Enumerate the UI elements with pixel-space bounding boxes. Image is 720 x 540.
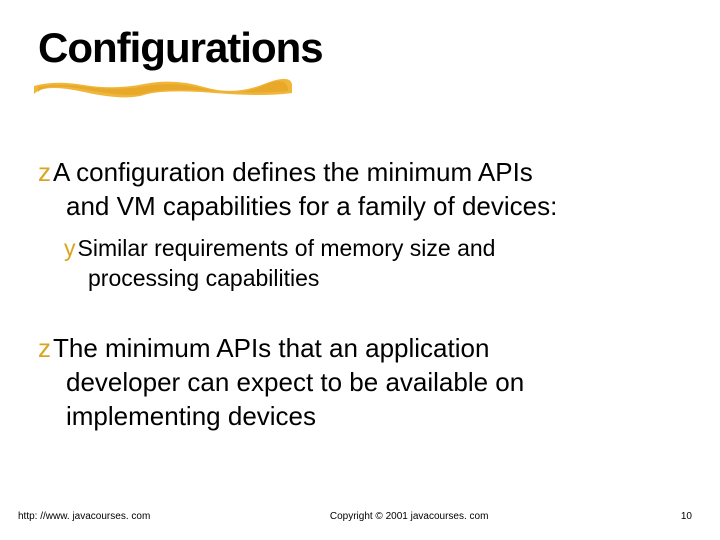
slide: Configurations z A configuration defines… (0, 0, 720, 540)
footer-copyright: Copyright © 2001 javacourses. com (150, 511, 668, 522)
bullet-z-icon: z (38, 331, 51, 365)
bullet-1-line1: A configuration defines the minimum APIs (53, 155, 533, 189)
bullet-z-icon: z (38, 155, 51, 189)
bullet-1: z A configuration defines the minimum AP… (38, 155, 682, 223)
bullet-2-line1: The minimum APIs that an application (53, 331, 489, 365)
bullet-1-sub: y Similar requirements of memory size an… (64, 233, 682, 293)
footer-page: 10 (668, 511, 692, 522)
footer: http: //www. javacourses. com Copyright … (0, 511, 720, 522)
bullet-2-line2: developer can expect to be available on (66, 365, 682, 399)
footer-url: http: //www. javacourses. com (18, 511, 150, 522)
bullet-1-line2: and VM capabilities for a family of devi… (66, 189, 682, 223)
bullet-2-line3: implementing devices (66, 399, 682, 433)
bullet-1-sub-line1: Similar requirements of memory size and (78, 233, 496, 263)
slide-title: Configurations (38, 24, 682, 72)
bullet-1-sub-line2: processing capabilities (88, 263, 682, 293)
bullet-2: z The minimum APIs that an application d… (38, 331, 682, 433)
title-underline (34, 78, 292, 100)
bullet-y-icon: y (64, 233, 76, 263)
